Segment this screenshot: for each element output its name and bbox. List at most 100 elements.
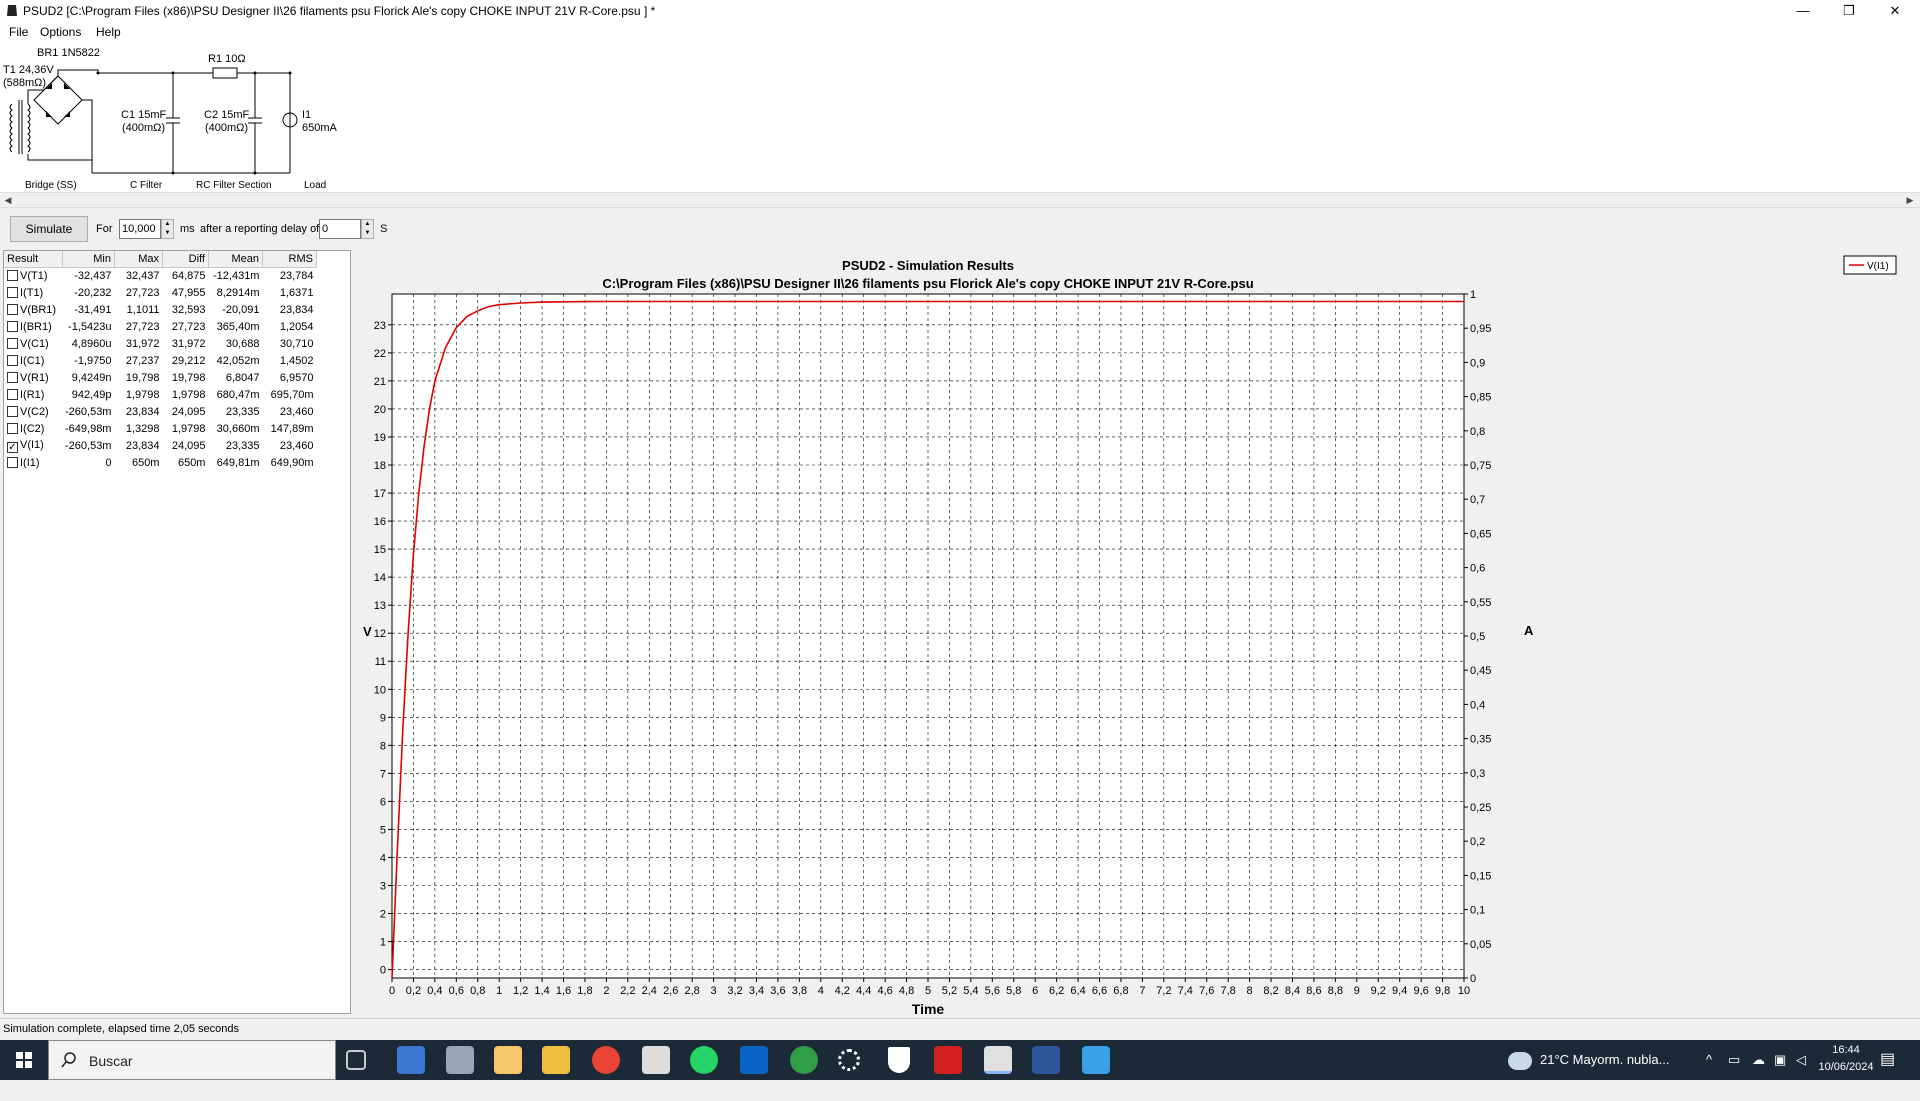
result-checkbox[interactable] [7, 337, 18, 349]
result-rms: 649,90m [270, 456, 314, 469]
y2-axis-label: A [1524, 623, 1534, 638]
delay-spinner[interactable]: ▲ ▼ [361, 219, 374, 239]
table-row[interactable]: I(C2) -649,98m 1,3298 1,9798 30,660m 147,89m [4, 420, 316, 437]
x-tick-label: 5,4 [963, 985, 978, 997]
header-result[interactable]: Result [4, 251, 63, 268]
result-checkbox[interactable]: ✓ [7, 441, 18, 453]
schematic-scrollbar[interactable]: ◀ ▶ [0, 192, 1920, 208]
result-name-cell[interactable]: I(C2) [4, 420, 62, 437]
result-name-cell[interactable]: V(BR1) [4, 301, 62, 318]
weather-cloud-icon[interactable] [1508, 1052, 1532, 1070]
chrome-icon[interactable] [592, 1046, 620, 1074]
notifications-icon[interactable]: ▤ [1880, 1040, 1895, 1080]
table-row[interactable]: V(C2) -260,53m 23,834 24,095 23,335 23,460 [4, 403, 316, 420]
header-diff[interactable]: Diff [162, 251, 209, 268]
result-max: 1,1011 [126, 303, 160, 316]
table-row[interactable]: I(T1) -20,232 27,723 47,955 8,2914m 1,6371 [4, 284, 316, 301]
table-row[interactable]: I(C1) -1,9750 27,237 29,212 42,052m 1,4502 [4, 352, 316, 369]
duration-spinner[interactable]: ▲ ▼ [161, 219, 174, 239]
table-row[interactable]: I(R1) 942,49p 1,9798 1,9798 680,47m 695,70m [4, 386, 316, 403]
result-name-cell[interactable]: V(C1) [4, 335, 62, 352]
delay-input[interactable] [319, 219, 361, 239]
table-row[interactable]: V(BR1) -31,491 1,1011 32,593 -20,091 23,834 [4, 301, 316, 318]
utorrent-icon[interactable] [790, 1046, 818, 1074]
spin-down-icon[interactable]: ▼ [162, 229, 173, 238]
result-name-cell[interactable]: V(R1) [4, 369, 62, 386]
header-max[interactable]: Max [114, 251, 163, 268]
table-row[interactable]: I(BR1) -1,5423u 27,723 27,723 365,40m 1,2054 [4, 318, 316, 335]
psud2-taskbar-icon[interactable] [984, 1046, 1012, 1074]
menu-options[interactable]: Options [40, 25, 81, 39]
result-checkbox[interactable] [7, 286, 18, 298]
scroll-left-icon[interactable]: ◀ [2, 195, 14, 206]
result-diff: 47,955 [171, 286, 206, 299]
close-button[interactable]: ✕ [1872, 0, 1918, 22]
acrobat-icon[interactable] [934, 1046, 962, 1074]
maximize-button[interactable]: ❐ [1826, 0, 1872, 22]
task-view-icon[interactable] [346, 1050, 366, 1070]
y2-tick-label: 0 [1470, 973, 1476, 985]
result-name-cell[interactable]: I(C1) [4, 352, 62, 369]
outlook-icon[interactable] [740, 1046, 768, 1074]
result-checkbox[interactable] [7, 422, 18, 434]
paint-icon[interactable] [1082, 1046, 1110, 1074]
header-min[interactable]: Min [62, 251, 115, 268]
word-icon[interactable] [1032, 1046, 1060, 1074]
table-row[interactable]: V(R1) 9,4249n 19,798 19,798 6,8047 6,9570 [4, 369, 316, 386]
result-name-cell[interactable]: I(I1) [4, 454, 62, 471]
weather-text[interactable]: 21°C Mayorm. nubla... [1540, 1040, 1669, 1080]
menu-file[interactable]: File [9, 25, 28, 39]
c2-label: C2 15mF [204, 109, 250, 121]
result-name-cell[interactable]: V(T1) [4, 267, 62, 284]
header-rms[interactable]: RMS [262, 251, 317, 268]
clock-date[interactable]: 10/06/2024 [1814, 1061, 1878, 1101]
result-diff: 31,972 [171, 337, 206, 350]
notepad-icon[interactable] [494, 1046, 522, 1074]
whatsapp-icon[interactable] [690, 1046, 718, 1074]
result-checkbox[interactable] [7, 388, 18, 400]
result-name-cell[interactable]: I(BR1) [4, 318, 62, 335]
result-checkbox[interactable] [7, 269, 18, 281]
settings-gear-icon[interactable] [838, 1049, 860, 1071]
result-checkbox[interactable] [7, 456, 18, 468]
minimize-button[interactable]: — [1780, 0, 1826, 22]
network-icon[interactable]: ▭ [1728, 1040, 1740, 1080]
x-tick-label: 4,8 [899, 985, 914, 997]
cloud-sync-icon[interactable]: ☁ [1752, 1040, 1765, 1080]
result-checkbox[interactable] [7, 303, 18, 315]
app-feather-icon[interactable] [446, 1046, 474, 1074]
header-mean[interactable]: Mean [208, 251, 263, 268]
result-name-cell[interactable]: V(C2) [4, 403, 62, 420]
windows-start-icon[interactable] [0, 1040, 48, 1080]
result-checkbox[interactable] [7, 371, 18, 383]
spin-up-icon[interactable]: ▲ [362, 220, 373, 229]
table-row[interactable]: ✓ V(I1) -260,53m 23,834 24,095 23,335 23,460 [4, 437, 316, 454]
duration-input[interactable] [119, 219, 161, 239]
table-row[interactable]: V(T1) -32,437 32,437 64,875 -12,431m 23,784 [4, 267, 316, 284]
file-explorer-icon[interactable] [542, 1046, 570, 1074]
y-tick-label: 23 [374, 320, 386, 332]
circuit-schematic[interactable]: T1 24,36V (588mΩ) BR1 1N5822 R1 10Ω C1 1… [0, 42, 1920, 192]
table-row[interactable]: V(C1) 4,8960u 31,972 31,972 30,688 30,710 [4, 335, 316, 352]
result-checkbox[interactable] [7, 405, 18, 417]
tray-chevron-icon[interactable]: ^ [1706, 1040, 1712, 1080]
table-row[interactable]: I(I1) 0 650m 650m 649,81m 649,90m [4, 454, 316, 471]
result-checkbox[interactable] [7, 354, 18, 366]
result-checkbox[interactable] [7, 320, 18, 332]
scroll-right-icon[interactable]: ▶ [1904, 195, 1916, 206]
menu-help[interactable]: Help [96, 25, 121, 39]
result-name-cell[interactable]: I(R1) [4, 386, 62, 403]
taskbar-search[interactable]: Buscar [48, 1040, 336, 1080]
spin-up-icon[interactable]: ▲ [162, 220, 173, 229]
store-icon[interactable] [397, 1046, 425, 1074]
result-name-cell[interactable]: I(T1) [4, 284, 62, 301]
result-min: 9,4249n [71, 371, 112, 384]
simulate-button[interactable]: Simulate [10, 216, 88, 242]
volume-icon[interactable]: ◁ [1796, 1040, 1806, 1080]
simulation-chart[interactable]: 0 0,2 0,4 0,6 0,8 1 1,2 1,4 1,6 1,8 2 2,2 2,4 2,6 2,8 3… [355, 250, 1920, 1017]
device-icon[interactable]: ▣ [1774, 1040, 1786, 1080]
7zip-icon[interactable] [642, 1046, 670, 1074]
result-name-cell[interactable]: ✓ V(I1) [4, 437, 62, 454]
security-shield-icon[interactable] [888, 1047, 910, 1073]
spin-down-icon[interactable]: ▼ [362, 229, 373, 238]
